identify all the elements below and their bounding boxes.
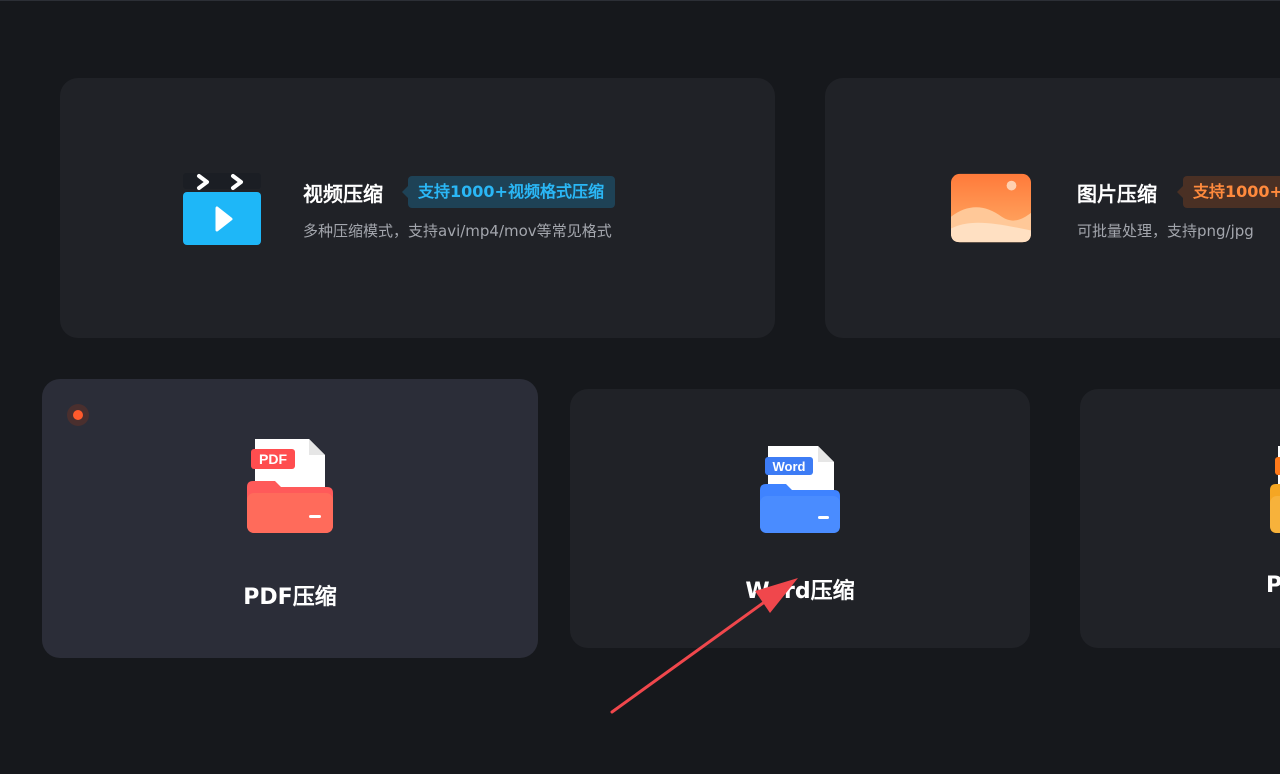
video-compress-title: 视频压缩 xyxy=(303,182,383,206)
pdf-compress-label: PDF压缩 xyxy=(243,585,337,610)
pdf-compress-card[interactable]: PDF PDF压缩 xyxy=(42,379,538,658)
image-compress-title: 图片压缩 xyxy=(1077,182,1157,206)
ppt-compress-label: P xyxy=(1266,573,1280,598)
video-compress-description: 多种压缩模式，支持avi/mp4/mov等常见格式 xyxy=(303,222,612,240)
image-compress-card[interactable]: 图片压缩 支持1000+ 可批量处理，支持png/jpg xyxy=(825,78,1280,338)
video-format-tag: 支持1000+视频格式压缩 xyxy=(402,176,615,208)
pdf-badge-text: PDF xyxy=(259,451,287,467)
ppt-file-icon xyxy=(1270,446,1280,533)
clapperboard-icon xyxy=(183,173,261,245)
new-indicator-dot xyxy=(67,404,89,426)
image-landscape-icon xyxy=(951,173,1031,243)
pdf-file-icon: PDF xyxy=(247,439,333,533)
word-badge-text: Word xyxy=(773,459,806,474)
image-format-tag: 支持1000+ xyxy=(1177,176,1280,208)
image-compress-description: 可批量处理，支持png/jpg xyxy=(1077,222,1254,240)
word-file-icon: Word xyxy=(760,446,840,533)
word-compress-label: Word压缩 xyxy=(745,579,855,604)
ppt-compress-card[interactable]: P xyxy=(1080,389,1280,648)
tool-home: 视频压缩 支持1000+视频格式压缩 多种压缩模式，支持avi/mp4/mov等… xyxy=(0,0,1280,774)
word-compress-card[interactable]: Word Word压缩 xyxy=(570,389,1030,648)
video-compress-card[interactable]: 视频压缩 支持1000+视频格式压缩 多种压缩模式，支持avi/mp4/mov等… xyxy=(60,78,775,338)
